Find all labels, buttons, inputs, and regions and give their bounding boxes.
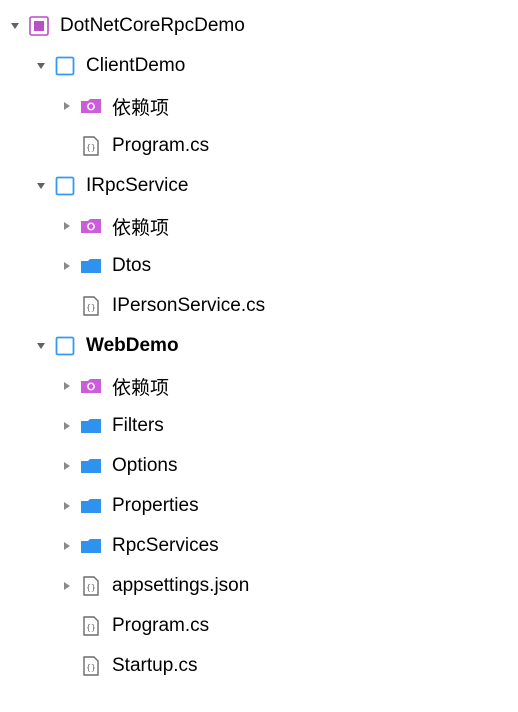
json-file-icon: {}	[80, 575, 102, 597]
folder-icon	[80, 535, 102, 557]
folder-icon	[80, 495, 102, 517]
csproj-icon	[54, 55, 76, 77]
svg-text:{}: {}	[86, 303, 96, 312]
tree-item-label: Program.cs	[112, 135, 209, 157]
tree-item-webdemo-options[interactable]: Options	[0, 446, 518, 486]
tree-item-label: 依赖项	[112, 213, 169, 240]
chevron-right-icon[interactable]	[60, 259, 74, 273]
csproj-icon	[54, 175, 76, 197]
tree-item-label: Properties	[112, 495, 199, 517]
dependencies-icon	[80, 375, 102, 397]
chevron-down-icon[interactable]	[34, 339, 48, 353]
tree-item-solution[interactable]: DotNetCoreRpcDemo	[0, 6, 518, 46]
chevron-right-icon[interactable]	[60, 539, 74, 553]
tree-item-webdemo-program[interactable]: {} Program.cs	[0, 606, 518, 646]
tree-item-label: 依赖项	[112, 373, 169, 400]
tree-item-label: WebDemo	[86, 335, 179, 357]
tree-item-label: Startup.cs	[112, 655, 198, 677]
tree-item-label: appsettings.json	[112, 575, 249, 597]
tree-item-webdemo-appsettings[interactable]: {} appsettings.json	[0, 566, 518, 606]
tree-item-irpc-ipersonservice[interactable]: {} IPersonService.cs	[0, 286, 518, 326]
tree-item-label: Filters	[112, 415, 164, 437]
csharp-file-icon: {}	[80, 655, 102, 677]
dependencies-icon	[80, 215, 102, 237]
tree-item-label: RpcServices	[112, 535, 219, 557]
chevron-down-icon[interactable]	[34, 59, 48, 73]
csharp-file-icon: {}	[80, 135, 102, 157]
tree-item-label: Dtos	[112, 255, 151, 277]
tree-item-label: IPersonService.cs	[112, 295, 265, 317]
tree-item-label: Options	[112, 455, 177, 477]
svg-text:{}: {}	[86, 583, 96, 592]
tree-item-label: Program.cs	[112, 615, 209, 637]
solution-icon	[28, 15, 50, 37]
tree-item-label: 依赖项	[112, 93, 169, 120]
tree-item-irpc-dtos[interactable]: Dtos	[0, 246, 518, 286]
chevron-right-icon[interactable]	[60, 459, 74, 473]
chevron-right-icon[interactable]	[60, 219, 74, 233]
folder-icon	[80, 415, 102, 437]
csharp-file-icon: {}	[80, 615, 102, 637]
csproj-icon	[54, 335, 76, 357]
folder-icon	[80, 455, 102, 477]
svg-text:{}: {}	[86, 663, 96, 672]
tree-item-label: IRpcService	[86, 175, 188, 197]
tree-item-clientdemo-deps[interactable]: 依赖项	[0, 86, 518, 126]
tree-item-clientdemo-program[interactable]: {} Program.cs	[0, 126, 518, 166]
chevron-right-icon[interactable]	[60, 419, 74, 433]
tree-item-irpcservice[interactable]: IRpcService	[0, 166, 518, 206]
tree-item-webdemo-properties[interactable]: Properties	[0, 486, 518, 526]
svg-text:{}: {}	[86, 143, 96, 152]
chevron-down-icon[interactable]	[8, 19, 22, 33]
chevron-right-icon[interactable]	[60, 99, 74, 113]
folder-icon	[80, 255, 102, 277]
tree-item-clientdemo[interactable]: ClientDemo	[0, 46, 518, 86]
tree-item-webdemo-startup[interactable]: {} Startup.cs	[0, 646, 518, 686]
tree-item-irpc-deps[interactable]: 依赖项	[0, 206, 518, 246]
chevron-right-icon[interactable]	[60, 379, 74, 393]
tree-item-label: ClientDemo	[86, 55, 185, 77]
dependencies-icon	[80, 95, 102, 117]
svg-text:{}: {}	[86, 623, 96, 632]
tree-item-webdemo-filters[interactable]: Filters	[0, 406, 518, 446]
csharp-file-icon: {}	[80, 295, 102, 317]
chevron-right-icon[interactable]	[60, 499, 74, 513]
tree-item-label: DotNetCoreRpcDemo	[60, 15, 245, 37]
tree-item-webdemo[interactable]: WebDemo	[0, 326, 518, 366]
tree-item-webdemo-rpcservices[interactable]: RpcServices	[0, 526, 518, 566]
tree-item-webdemo-deps[interactable]: 依赖项	[0, 366, 518, 406]
chevron-down-icon[interactable]	[34, 179, 48, 193]
chevron-right-icon[interactable]	[60, 579, 74, 593]
